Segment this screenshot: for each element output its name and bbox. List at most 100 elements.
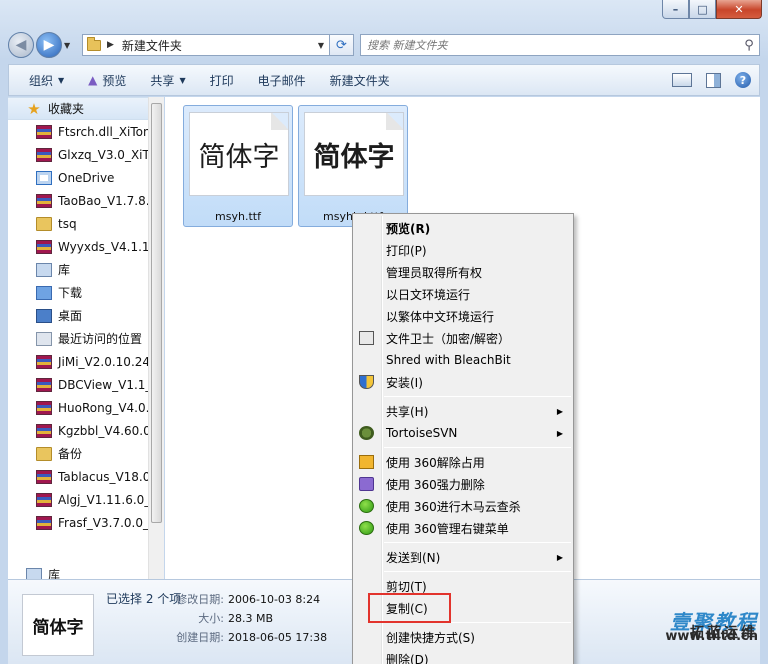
menu-item-print[interactable]: 打印(P): [353, 239, 573, 261]
help-icon[interactable]: ?: [735, 72, 751, 88]
view-controls: ?: [672, 72, 759, 88]
sidebar-item-recent[interactable]: 最近访问的位置: [8, 327, 163, 350]
sidebar-item[interactable]: Frasf_V3.7.0.0_X: [8, 511, 163, 534]
winrar-icon: [36, 423, 52, 438]
sidebar-item-onedrive[interactable]: OneDrive: [8, 166, 163, 189]
sidebar-item[interactable]: TaoBao_V1.7.8.: [8, 189, 163, 212]
menu-item-file-guard[interactable]: 文件卫士（加密/解密）: [353, 327, 573, 349]
menu-separator: [384, 396, 571, 397]
menu-item-360-scan[interactable]: 使用 360进行木马云查杀: [353, 495, 573, 517]
preview-pane-icon[interactable]: [706, 72, 721, 88]
submenu-arrow-icon: ▶: [556, 406, 563, 416]
sidebar-item-label: 桌面: [58, 309, 83, 323]
minimize-button[interactable]: –: [662, 0, 689, 19]
sidebar-item-label: tsq: [58, 216, 77, 231]
winrar-icon: [36, 354, 52, 369]
refresh-button[interactable]: ⟳: [330, 34, 354, 56]
maximize-button[interactable]: □: [689, 0, 716, 19]
size-label: 大小:: [198, 612, 224, 625]
menu-item-take-ownership[interactable]: 管理员取得所有权: [353, 261, 573, 283]
sidebar-item-downloads[interactable]: 下载: [8, 281, 163, 304]
menu-item-preview[interactable]: 预览(R): [353, 217, 573, 239]
sidebar-item[interactable]: HuoRong_V4.0.: [8, 396, 163, 419]
sidebar-item[interactable]: Wyyxds_V4.1.1.: [8, 235, 163, 258]
winrar-icon: [36, 147, 52, 162]
sidebar-item-label: Glxzq_V3.0_XiTo: [58, 147, 156, 162]
menu-item-360-unlock[interactable]: 使用 360解除占用: [353, 451, 573, 473]
sidebar-item[interactable]: DBCView_V1.1_: [8, 373, 163, 396]
menu-item-label: 使用 360进行木马云查杀: [386, 499, 521, 514]
scrollbar-thumb[interactable]: [151, 103, 162, 523]
menu-item-send-to[interactable]: 发送到(N) ▶: [353, 546, 573, 568]
email-button[interactable]: 电子邮件: [246, 65, 318, 95]
sidebar-item[interactable]: Kgzbbl_V4.60.0: [8, 419, 163, 442]
menu-item-360-delete[interactable]: 使用 360强力删除: [353, 473, 573, 495]
search-input[interactable]: [367, 38, 739, 52]
command-bar: 组织 ▼ ▲ 预览 共享 ▼ 打印 电子邮件 新建文件夹 ?: [8, 64, 760, 96]
menu-item-install[interactable]: 安装(I): [353, 371, 573, 393]
sidebar-item-library[interactable]: 库: [8, 258, 163, 281]
menu-item-label: 文件卫士（加密/解密）: [386, 331, 511, 346]
menu-item-label: 使用 360管理右键菜单: [386, 521, 509, 536]
sidebar-item[interactable]: Glxzq_V3.0_XiTo: [8, 143, 163, 166]
file-item[interactable]: 简体字 msyhbd.ttf: [298, 105, 408, 227]
sidebar-item[interactable]: Algj_V1.11.6.0_X: [8, 488, 163, 511]
sidebar-item[interactable]: Tablacus_V18.0: [8, 465, 163, 488]
search-box[interactable]: ⚲: [360, 34, 760, 56]
organize-button[interactable]: 组织 ▼: [17, 65, 76, 95]
favorites-header[interactable]: ★ 收藏夹: [8, 97, 163, 120]
chevron-down-icon: ▼: [179, 75, 186, 85]
recent-pages-dropdown[interactable]: ▼: [64, 41, 76, 50]
sidebar-item[interactable]: tsq: [8, 212, 163, 235]
winrar-icon: [36, 377, 52, 392]
navigation-scrollbar[interactable]: [148, 97, 164, 579]
unlock-360-icon: [359, 455, 374, 469]
sidebar-item-label: JiMi_V2.0.10.24_: [58, 354, 157, 369]
search-icon[interactable]: ⚲: [739, 38, 759, 53]
sidebar-item[interactable]: JiMi_V2.0.10.24_: [8, 350, 163, 373]
address-path[interactable]: 新建文件夹: [122, 37, 313, 54]
context-menu: 预览(R) 打印(P) 管理员取得所有权 以日文环境运行 以繁体中文环境运行 文…: [352, 213, 574, 664]
sidebar-item[interactable]: 备份: [8, 442, 163, 465]
print-button[interactable]: 打印: [198, 65, 246, 95]
sidebar-item-label: Kgzbbl_V4.60.0: [58, 423, 151, 438]
menu-separator: [384, 542, 571, 543]
menu-item-run-japanese[interactable]: 以日文环境运行: [353, 283, 573, 305]
file-item[interactable]: 简体字 msyh.ttf: [183, 105, 293, 227]
sidebar-item[interactable]: Ftsrch.dll_XiTon: [8, 120, 163, 143]
favorites-label: 收藏夹: [48, 102, 85, 116]
winrar-icon: [36, 124, 52, 139]
chevron-right-icon[interactable]: ▶: [107, 40, 114, 50]
menu-item-copy[interactable]: 复制(C): [353, 593, 573, 623]
file-guard-icon: [359, 331, 374, 345]
menu-item-shred[interactable]: Shred with BleachBit: [353, 349, 573, 371]
sidebar-item-label: Frasf_V3.7.0.0_X: [58, 515, 158, 530]
menu-item-run-traditional[interactable]: 以繁体中文环境运行: [353, 305, 573, 327]
sidebar-item-label: 最近访问的位置: [58, 332, 143, 346]
new-folder-button[interactable]: 新建文件夹: [318, 65, 402, 95]
sidebar-item-label: DBCView_V1.1_: [58, 377, 152, 392]
menu-item-share[interactable]: 共享(H) ▶: [353, 400, 573, 422]
share-button[interactable]: 共享 ▼: [138, 65, 197, 95]
explorer-window: – □ ✕ ◀ ▶ ▼ ▶ 新建文件夹 ▼ ⟳ ⚲ 组织 ▼ ▲ 预览 共享 ▼ 打印…: [0, 0, 768, 664]
tortoisesvn-icon: [359, 426, 374, 440]
menu-item-label: 安装(I): [386, 375, 423, 390]
menu-item-label: TortoiseSVN: [386, 426, 458, 440]
menu-item-tortoisesvn[interactable]: TortoiseSVN ▶: [353, 422, 573, 444]
sidebar-item-desktop[interactable]: 桌面: [8, 304, 163, 327]
change-view-icon[interactable]: [672, 73, 692, 87]
red-highlight-box: [368, 593, 451, 623]
winrar-icon: [36, 193, 52, 208]
back-button[interactable]: ◀: [8, 32, 34, 58]
menu-item-delete[interactable]: 删除(D): [353, 648, 573, 664]
address-bar[interactable]: ▶ 新建文件夹 ▼: [82, 34, 330, 56]
preview-button[interactable]: ▲ 预览: [76, 65, 138, 95]
menu-item-create-shortcut[interactable]: 创建快捷方式(S): [353, 626, 573, 648]
sidebar-item-label: HuoRong_V4.0.: [58, 400, 150, 415]
close-button[interactable]: ✕: [716, 0, 762, 19]
chevron-down-icon[interactable]: ▼: [313, 41, 329, 50]
forward-button[interactable]: ▶: [36, 32, 62, 58]
menu-item-360-manage[interactable]: 使用 360管理右键菜单: [353, 517, 573, 539]
chevron-down-icon: ▼: [58, 75, 65, 85]
modified-date: 修改日期: 2006-10-03 8:24: [168, 591, 320, 607]
